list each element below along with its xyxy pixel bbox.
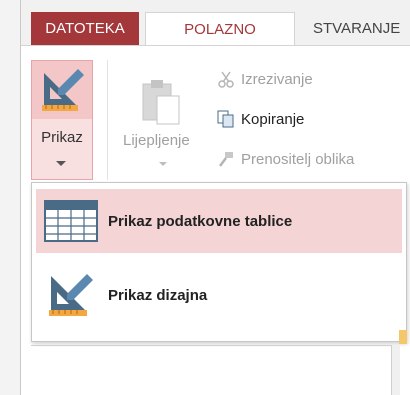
divider <box>31 345 391 346</box>
cut-button[interactable]: Izrezivanje <box>217 70 313 88</box>
scroll-marker <box>399 330 407 344</box>
view-button[interactable]: Prikaz <box>31 60 93 180</box>
copy-icon <box>217 110 235 128</box>
format-painter-icon <box>217 150 235 168</box>
tab-home[interactable]: POLAZNO <box>145 12 295 46</box>
copy-label: Kopiranje <box>241 110 305 128</box>
tab-create[interactable]: STVARANJE <box>313 12 400 45</box>
view-button-icon-area[interactable] <box>32 61 92 119</box>
design-view-icon <box>42 270 100 320</box>
view-button-label: Prikaz <box>41 129 83 146</box>
scrollbar[interactable] <box>391 345 400 395</box>
datasheet-view-icon <box>42 196 100 246</box>
copy-button[interactable]: Kopiranje <box>217 110 304 128</box>
menu-item-label: Prikaz podatkovne tablice <box>108 212 293 230</box>
format-painter-label: Prenositelj oblika <box>241 150 355 168</box>
chevron-down-icon <box>56 161 66 166</box>
menu-item-label: Prikaz dizajna <box>108 286 208 304</box>
paste-label: Lijepljenje <box>123 132 190 149</box>
menu-item-datasheet-view[interactable]: Prikaz podatkovne tablice <box>36 189 402 253</box>
cut-label: Izrezivanje <box>241 70 313 88</box>
chevron-down-icon <box>159 162 167 166</box>
format-painter-button[interactable]: Prenositelj oblika <box>217 150 354 168</box>
group-separator <box>107 60 108 180</box>
access-window: DATOTEKA POLAZNO STVARANJE Prikaz Lijepl… <box>20 0 410 395</box>
menu-item-design-view[interactable]: Prikaz dizajna <box>36 263 402 327</box>
scissors-icon <box>217 70 235 88</box>
paste-button[interactable] <box>139 78 183 131</box>
ribbon-tab-strip: DATOTEKA POLAZNO STVARANJE <box>21 0 410 46</box>
design-view-icon <box>42 69 84 111</box>
view-dropdown-menu: Prikaz podatkovne tablice Prikaz dizajna <box>31 182 407 342</box>
tab-file[interactable]: DATOTEKA <box>31 12 139 45</box>
clipboard-icon <box>142 80 180 125</box>
